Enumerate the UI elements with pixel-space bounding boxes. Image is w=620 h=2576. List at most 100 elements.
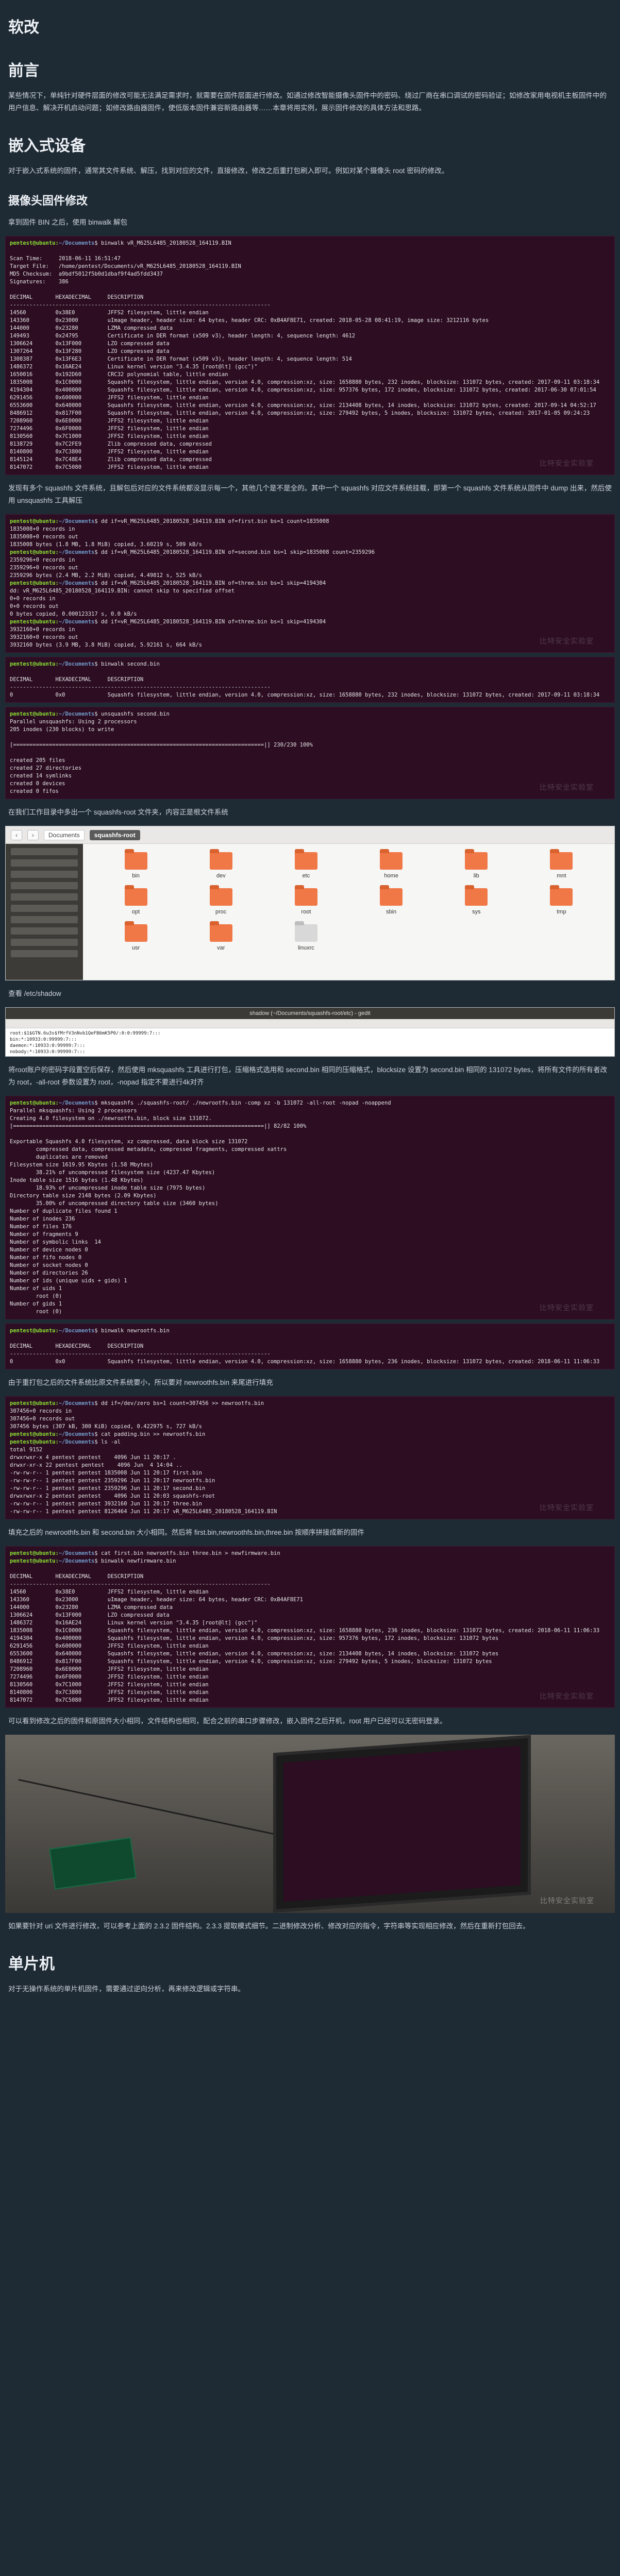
file-manager-window: ‹ › Documents squashfs-root bin dev etc hom… (5, 826, 615, 980)
terminal-line: 149493 0x24795 Certificate in DER format… (10, 333, 356, 339)
hardware-photo: 比特安全实验室 (5, 1735, 615, 1913)
terminal-dir: ~/Documents (58, 549, 95, 555)
terminal-line: total 9152 (10, 1447, 43, 1453)
terminal-prompt: pentest@ubuntu: (10, 1328, 59, 1334)
breadcrumb-documents[interactable]: Documents (44, 829, 85, 840)
watermark: 比特安全实验室 (540, 783, 594, 791)
sidebar-item[interactable] (11, 905, 78, 912)
folder-item[interactable]: proc (178, 885, 263, 915)
terminal-line: Number of device nodes 0 (10, 1247, 88, 1253)
breadcrumb-squashfs-root[interactable]: squashfs-root (89, 829, 140, 840)
folder-label: dev (216, 873, 226, 879)
paragraph-step7: 填充之后的 newroothfs.bin 和 second.bin 大小相同。然… (8, 1529, 364, 1536)
back-icon[interactable]: ‹ (11, 829, 22, 840)
sidebar-item[interactable] (11, 950, 78, 957)
folder-item[interactable]: linuxrc (263, 921, 348, 951)
folder-item[interactable]: tmp (519, 885, 604, 915)
folder-icon (124, 921, 147, 942)
folder-icon (124, 849, 147, 870)
paragraph-step6: 由于重打包之后的文件系统比原文件系统要小，所以要对 newroothfs.bin… (8, 1379, 273, 1386)
terminal-line: pentest@ubuntu:~/Documents$ binwalk newf… (10, 1557, 610, 1565)
terminal-dir: ~/Documents (58, 1558, 95, 1564)
terminal-prompt: pentest@ubuntu: (10, 1558, 59, 1564)
folder-icon (550, 885, 573, 906)
terminal-command: $ dd if=vR_M625L6485_20180528_164119.BIN… (94, 619, 326, 625)
shadow-line: daemon:*:10933:0:99999:7::: (10, 1043, 86, 1048)
sidebar-item[interactable] (11, 848, 78, 855)
terminal-line: DECIMAL HEXADECIMAL DESCRIPTION (10, 1343, 144, 1349)
folder-icon (380, 885, 403, 906)
section-title-mcu: 单片机 (8, 1956, 55, 1973)
terminal-line: 3932160+0 records out (10, 634, 78, 640)
forward-icon[interactable]: › (27, 829, 39, 840)
sidebar-item[interactable] (11, 882, 78, 889)
watermark: 比特安全实验室 (540, 637, 594, 645)
terminal-line: 14560 0x38E0 JFFS2 filesystem, little en… (10, 310, 209, 316)
terminal-command: $ binwalk newfirmware.bin (94, 1558, 176, 1564)
terminal-prompt: pentest@ubuntu: (10, 1550, 59, 1556)
folder-item[interactable]: dev (178, 849, 263, 879)
terminal-prompt: pentest@ubuntu: (10, 1400, 59, 1406)
paragraph-step8: 可以看到修改之后的固件和原固件大小相同，文件结构也相同，配合之前的串口步骤修改，… (8, 1717, 447, 1725)
folder-item[interactable]: root (263, 885, 348, 915)
terminal-line: DECIMAL HEXADECIMAL DESCRIPTION (10, 294, 144, 300)
folder-item[interactable]: home (349, 849, 434, 879)
terminal-line: 7274496 0x6F0000 JFFS2 filesystem, littl… (10, 426, 209, 432)
terminal-newfirmware: pentest@ubuntu:~/Documents$ cat first.bi… (5, 1546, 615, 1708)
terminal-dir: ~/Documents (58, 580, 95, 586)
folder-item[interactable]: mnt (519, 849, 604, 879)
terminal-line: 6291456 0x600000 JFFS2 filesystem, littl… (10, 395, 209, 401)
folder-item[interactable]: sys (434, 885, 519, 915)
sidebar-item[interactable] (11, 859, 78, 867)
terminal-line: pentest@ubuntu:~/Documents$ cat first.bi… (10, 1550, 610, 1557)
folder-item[interactable]: sbin (349, 885, 434, 915)
folder-item[interactable]: lib (434, 849, 519, 879)
terminal-line: 0+0 records in (10, 596, 56, 602)
folder-icon (380, 849, 403, 870)
terminal-line: Signatures: 386 (10, 279, 69, 285)
terminal-command: $ dd if=vR_M625L6485_20180528_164119.BIN… (94, 549, 375, 555)
sidebar-item[interactable] (11, 927, 78, 935)
folder-item[interactable]: usr (93, 921, 178, 951)
folder-item[interactable]: etc (263, 849, 348, 879)
folder-label: mnt (557, 873, 566, 879)
terminal-line: 143360 0x23000 uImage header, header siz… (10, 1597, 303, 1603)
sidebar-item[interactable] (11, 939, 78, 946)
terminal-line: pentest@ubuntu:~/Documents$ dd if=vR_M62… (10, 618, 610, 626)
sidebar-item[interactable] (11, 916, 78, 923)
terminal-command: $ mksquashfs ./squashfs-root/ ./newrootf… (94, 1100, 391, 1106)
terminal-line: 8130560 0x7C1000 JFFS2 filesystem, littl… (10, 433, 209, 439)
shadow-line: nobody:*:10933:0:99999:7::: (10, 1049, 86, 1055)
sidebar-item[interactable] (11, 893, 78, 901)
terminal-line: 1486372 0x16AE24 Linux kernel version "3… (10, 364, 258, 370)
terminal-command: $ cat first.bin newrootfs.bin three.bin … (94, 1550, 280, 1556)
terminal-line: Filesystem size 1619.95 Kbytes (1.58 Mby… (10, 1162, 154, 1168)
terminal-line: -rw-rw-r-- 1 pentest pentest 3932160 Jun… (10, 1501, 202, 1507)
terminal-line: pentest@ubuntu:~/Documents$ unsquashfs s… (10, 710, 610, 718)
folder-item[interactable]: bin (93, 849, 178, 879)
terminal-line: pentest@ubuntu:~/Documents$ ls -al (10, 1438, 610, 1446)
folder-item[interactable]: var (178, 921, 263, 951)
sidebar-item[interactable] (11, 871, 78, 878)
terminal-line: Number of duplicate files found 1 (10, 1208, 118, 1214)
shadow-file-content[interactable]: root:$1$GTN.6u3s$fMrfV3nNvb1QeFB6mK5P0/:… (6, 1028, 614, 1057)
terminal-line: -rw-rw-r-- 1 pentest pentest 2359296 Jun… (10, 1478, 215, 1484)
terminal-line: 6553600 0x640000 Squashfs filesystem, li… (10, 402, 596, 409)
folder-item[interactable]: opt (93, 885, 178, 915)
terminal-line: 0 0x0 Squashfs filesystem, little endian… (10, 692, 600, 698)
terminal-prompt: pentest@ubuntu: (10, 619, 59, 625)
terminal-line: 1835008 0x1C0000 Squashfs filesystem, li… (10, 1628, 600, 1634)
terminal-line: root (0) (10, 1293, 62, 1299)
terminal-line: 7274496 0x6F0000 JFFS2 filesystem, littl… (10, 1674, 209, 1680)
section-title-preface: 前言 (8, 62, 39, 79)
terminal-line: 307456 bytes (307 kB, 300 KiB) copied, 0… (10, 1423, 202, 1430)
folder-label: sbin (386, 909, 397, 915)
terminal-line: compressed data, compressed metadata, co… (10, 1146, 287, 1153)
terminal-line: 1835008 0x1C0000 Squashfs filesystem, li… (10, 379, 600, 385)
terminal-command: $ dd if=vR_M625L6485_20180528_164119.BIN… (94, 518, 329, 524)
terminal-line: 4194304 0x400000 Squashfs filesystem, li… (10, 1635, 499, 1641)
terminal-prompt: pentest@ubuntu: (10, 240, 59, 246)
section-title-camera: 摄像头固件修改 (8, 194, 88, 207)
terminal-command: $ binwalk newrootfs.bin (94, 1328, 170, 1334)
